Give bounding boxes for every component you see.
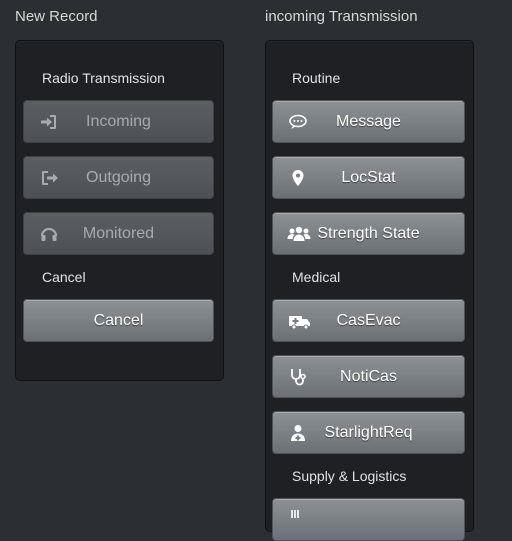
new-record-title: New Record	[15, 8, 98, 25]
cancel-button-label: Cancel	[93, 311, 144, 329]
radio-transmission-label: Radio Transmission	[42, 70, 165, 86]
cancel-button[interactable]: Cancel	[23, 299, 214, 342]
monitored-button[interactable]: Monitored	[23, 212, 214, 255]
routine-label: Routine	[292, 70, 341, 86]
locstat-button[interactable]: LocStat	[272, 156, 465, 199]
supply-logistics-label: Supply & Logistics	[292, 468, 407, 484]
casevac-label: CasEvac	[336, 311, 401, 329]
monitored-label: Monitored	[82, 224, 155, 242]
message-button[interactable]: Message	[272, 100, 465, 143]
starlightreq-label: StarlightReq	[324, 423, 413, 441]
cancel-section-label: Cancel	[42, 269, 86, 285]
medical-label: Medical	[292, 269, 341, 285]
incoming-label: Incoming	[86, 112, 151, 130]
incoming-button[interactable]: Incoming	[23, 100, 214, 143]
group-icon	[287, 224, 311, 244]
sign-in-icon	[39, 112, 59, 132]
supply-icon	[288, 508, 308, 528]
outgoing-button[interactable]: Outgoing	[23, 156, 214, 199]
incoming-transmission-title: incoming Transmission	[265, 8, 418, 25]
ambulance-icon	[288, 311, 312, 331]
map-marker-icon	[288, 168, 308, 188]
stethoscope-icon	[288, 367, 308, 387]
sign-out-icon	[39, 168, 59, 188]
outgoing-label: Outgoing	[86, 168, 151, 186]
comment-icon	[288, 112, 308, 132]
user-md-icon	[288, 423, 308, 443]
locstat-label: LocStat	[341, 168, 396, 186]
noticas-button[interactable]: NotiCas	[272, 355, 465, 398]
starlightreq-button[interactable]: StarlightReq	[272, 411, 465, 454]
message-label: Message	[336, 112, 401, 130]
noticas-label: NotiCas	[340, 367, 397, 385]
casevac-button[interactable]: CasEvac	[272, 299, 465, 342]
headphones-icon	[39, 224, 59, 244]
supply-button-partial[interactable]	[272, 498, 465, 541]
strength-state-label: Strength State	[317, 224, 420, 242]
strength-state-button[interactable]: Strength State	[272, 212, 465, 255]
